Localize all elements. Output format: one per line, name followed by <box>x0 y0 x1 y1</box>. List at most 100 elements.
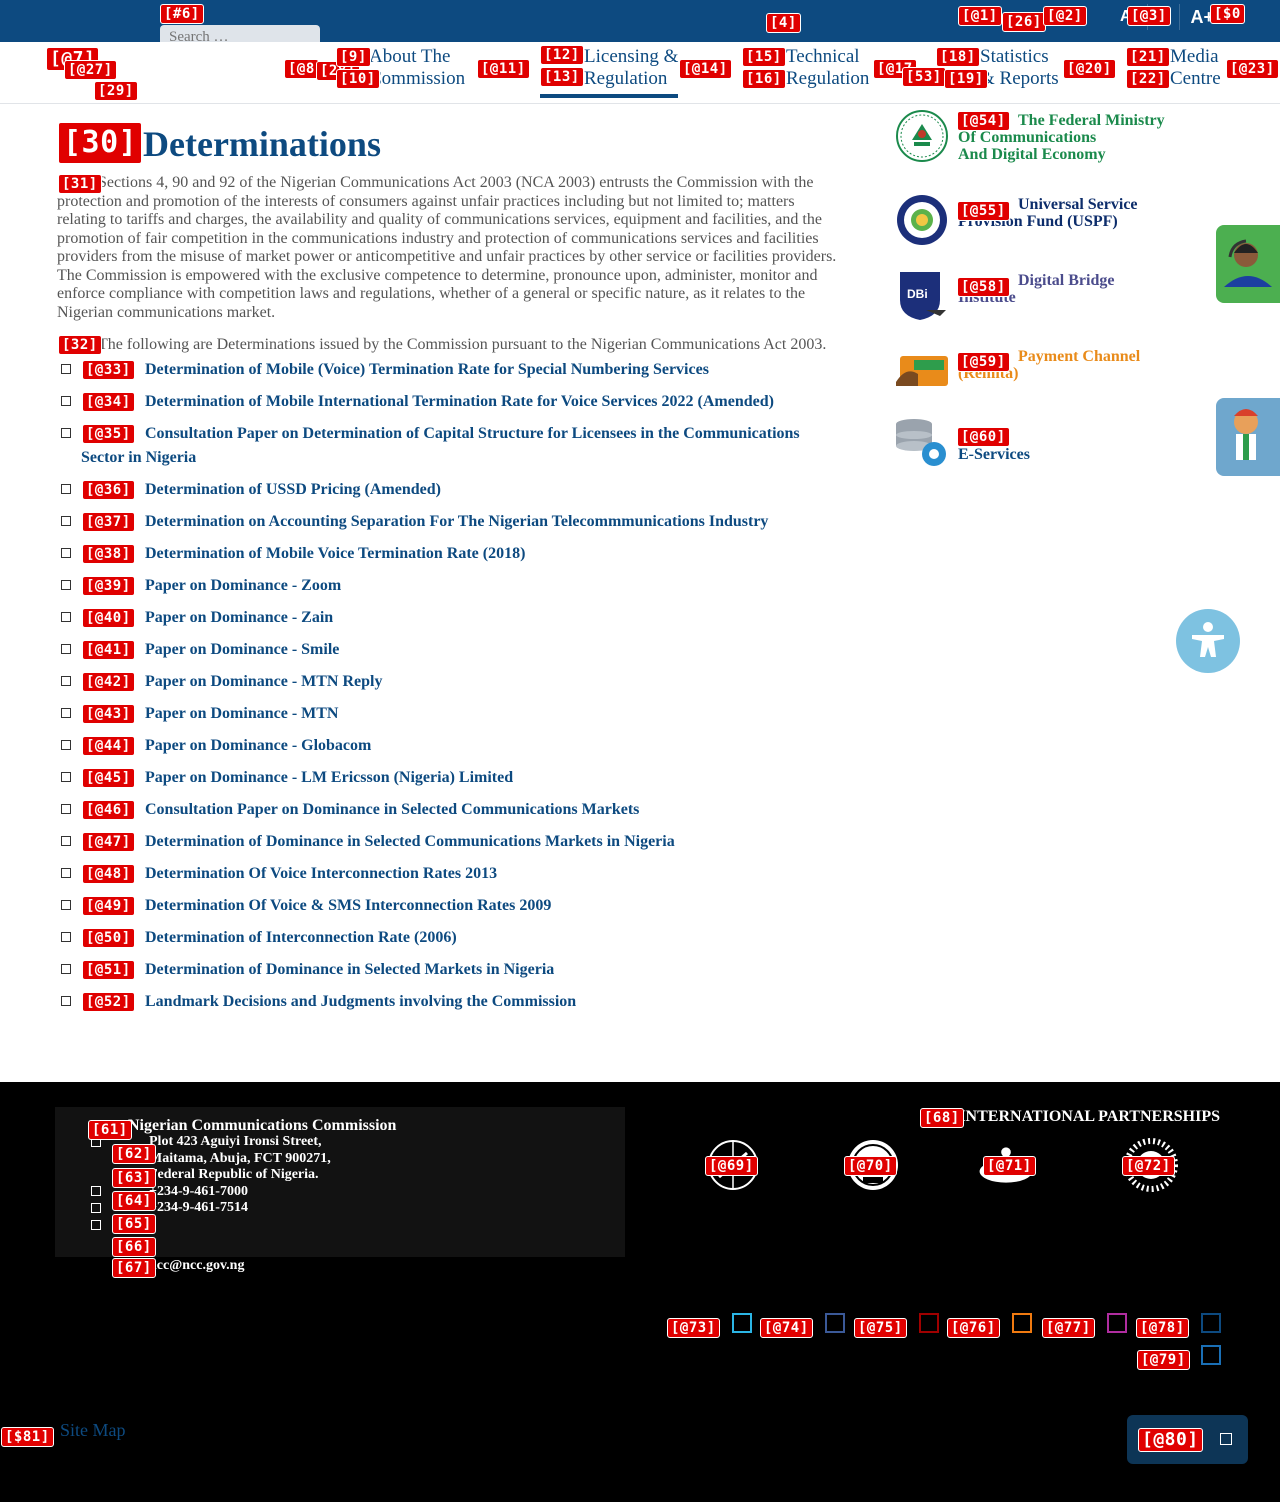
bullet-icon <box>61 548 71 558</box>
annotation-badge: [19] <box>944 69 988 89</box>
annotation-badge: [64] <box>112 1191 156 1211</box>
document-link[interactable]: Determination on Accounting Separation F… <box>145 513 768 530</box>
accessibility-button[interactable] <box>1176 609 1240 673</box>
annotation-badge: [29] <box>94 81 138 101</box>
document-link[interactable]: Paper on Dominance - MTN <box>145 705 338 722</box>
list-item: Determination of USSD Pricing (Amended) <box>57 478 843 502</box>
annotation-badge: [63] <box>112 1168 156 1188</box>
facebook-icon[interactable] <box>825 1313 845 1333</box>
annotation-badge: [@80] <box>1138 1428 1203 1452</box>
lead-paragraph: The following are Determinations issued … <box>57 336 843 354</box>
youtube-icon[interactable] <box>919 1313 939 1333</box>
document-link[interactable]: Paper on Dominance - Zoom <box>145 577 341 594</box>
determinations-list: Determination of Mobile (Voice) Terminat… <box>57 358 843 1014</box>
help-agent-widget[interactable] <box>1216 225 1280 303</box>
flickr-icon[interactable] <box>1201 1345 1221 1365</box>
nav-technical-regulation[interactable]: Technical Regulation <box>786 46 869 90</box>
dbi-link[interactable]: DBi Digital Bridge Institute <box>896 270 1196 320</box>
annotation-badge: [32] <box>58 335 102 355</box>
document-link[interactable]: Determination of Mobile International Te… <box>145 393 774 410</box>
list-item: Determination of Dominance in Selected C… <box>57 830 843 854</box>
document-link[interactable]: Paper on Dominance - LM Ericsson (Nigeri… <box>145 769 513 786</box>
document-link[interactable]: Consultation Paper on Dominance in Selec… <box>145 801 639 818</box>
nav-label: Licensing & <box>584 46 679 67</box>
document-link[interactable]: Paper on Dominance - Zain <box>145 609 333 626</box>
main-content: Determinations Sections 4, 90 and 92 of … <box>57 116 843 1022</box>
lead-text: The following are Determinations issued … <box>98 336 827 353</box>
bullet-icon <box>61 644 71 654</box>
annotation-badge: [@51] <box>82 960 135 980</box>
nav-label: Technical <box>786 46 860 67</box>
page-title: Determinations <box>143 124 381 164</box>
footer-phone[interactable]: +234-9-461-7514 <box>149 1200 248 1217</box>
uspf-link[interactable]: Universal Service Provision Fund (USPF) <box>896 194 1196 250</box>
eservices-link[interactable]: E-Services <box>896 418 1196 478</box>
annotation-badge: [@34] <box>82 392 135 412</box>
footer-phone[interactable]: +234-9-461-7000 <box>149 1184 248 1201</box>
annotation-badge: [@48] <box>82 864 135 884</box>
annotation-badge: [@79] <box>1137 1350 1190 1370</box>
document-link[interactable]: Determination of Interconnection Rate (2… <box>145 929 457 946</box>
annotation-badge: [10] <box>336 69 380 89</box>
linkedin-icon[interactable] <box>1201 1313 1221 1333</box>
document-link[interactable]: Determination of Dominance in Selected M… <box>145 961 554 978</box>
annotation-badge: [@38] <box>82 544 135 564</box>
ministry-link[interactable]: The Federal Ministry Of Communications A… <box>896 110 1196 166</box>
document-link[interactable]: Determination of Dominance in Selected C… <box>145 833 675 850</box>
annotation-badge: [@73] <box>667 1318 720 1338</box>
agent-avatar-icon <box>1224 239 1272 287</box>
mascot-icon <box>1234 409 1258 460</box>
annotation-badge: [61] <box>88 1120 132 1140</box>
list-item: Determination of Interconnection Rate (2… <box>57 926 843 950</box>
annotation-badge: [15] <box>742 47 786 67</box>
list-item: Determination of Mobile International Te… <box>57 390 843 414</box>
annotation-badge: [$0 <box>1210 4 1245 24</box>
document-link[interactable]: Paper on Dominance - Smile <box>145 641 339 658</box>
annotation-badge: [21] <box>1126 47 1170 67</box>
partners-title: INTERNATIONAL PARTNERSHIPS <box>959 1108 1220 1125</box>
mascot-widget[interactable] <box>1216 398 1280 476</box>
eservices-text: E-Services <box>958 446 1030 463</box>
document-link[interactable]: Landmark Decisions and Judgments involvi… <box>145 993 576 1010</box>
language-button[interactable] <box>1242 5 1280 27</box>
footer-email[interactable]: ncc@ncc.gov.ng <box>149 1258 244 1275</box>
annotation-badge: [@39] <box>82 576 135 596</box>
nav-statistics-reports[interactable]: Statistics & Reports <box>980 46 1059 90</box>
annotation-badge: [@44] <box>82 736 135 756</box>
bullet-icon <box>61 676 71 686</box>
document-link[interactable]: Paper on Dominance - MTN Reply <box>145 673 382 690</box>
annotation-badge: [12] <box>540 45 584 65</box>
nav-label: Centre <box>1170 68 1221 89</box>
rss-icon[interactable] <box>1012 1313 1032 1333</box>
instagram-icon[interactable] <box>1107 1313 1127 1333</box>
annotation-badge: [@20] <box>1063 59 1116 79</box>
document-link[interactable]: Paper on Dominance - Globacom <box>145 737 371 754</box>
annotation-badge: [@23] <box>1226 59 1279 79</box>
document-link[interactable]: Consultation Paper on Determination of C… <box>81 425 800 466</box>
annotation-badge: [@49] <box>82 896 135 916</box>
document-link[interactable]: Determination Of Voice Interconnection R… <box>145 865 497 882</box>
accessibility-icon <box>1192 622 1224 657</box>
nav-media-centre[interactable]: Media Centre <box>1170 46 1221 90</box>
bullet-icon <box>61 868 71 878</box>
annotation-badge: [@37] <box>82 512 135 532</box>
document-link[interactable]: Determination of USSD Pricing (Amended) <box>145 481 441 498</box>
bullet-icon <box>61 964 71 974</box>
annotation-badge: [@11] <box>477 59 530 79</box>
annotation-badge: [@71] <box>983 1156 1036 1176</box>
bullet-icon <box>61 836 71 846</box>
document-link[interactable]: Determination Of Voice & SMS Interconnec… <box>145 897 551 914</box>
document-link[interactable]: Determination of Mobile (Voice) Terminat… <box>145 361 709 378</box>
annotation-badge: [@41] <box>82 640 135 660</box>
annotation-badge: [@78] <box>1136 1318 1189 1338</box>
list-item: Paper on Dominance - Smile <box>57 638 843 662</box>
annotation-badge: [@50] <box>82 928 135 948</box>
twitter-icon[interactable] <box>732 1313 752 1333</box>
intro-paragraph: Sections 4, 90 and 92 of the Nigerian Co… <box>57 174 843 322</box>
nav-about-commission[interactable]: About The Commission <box>369 46 465 90</box>
remita-link[interactable]: Payment Channel (Remita) <box>896 346 1196 396</box>
document-link[interactable]: Determination of Mobile Voice Terminatio… <box>145 545 525 562</box>
eservices-label: E-Services <box>958 446 1030 463</box>
list-item: Paper on Dominance - MTN Reply <box>57 670 843 694</box>
sitemap-link[interactable]: Site Map <box>60 1420 126 1441</box>
